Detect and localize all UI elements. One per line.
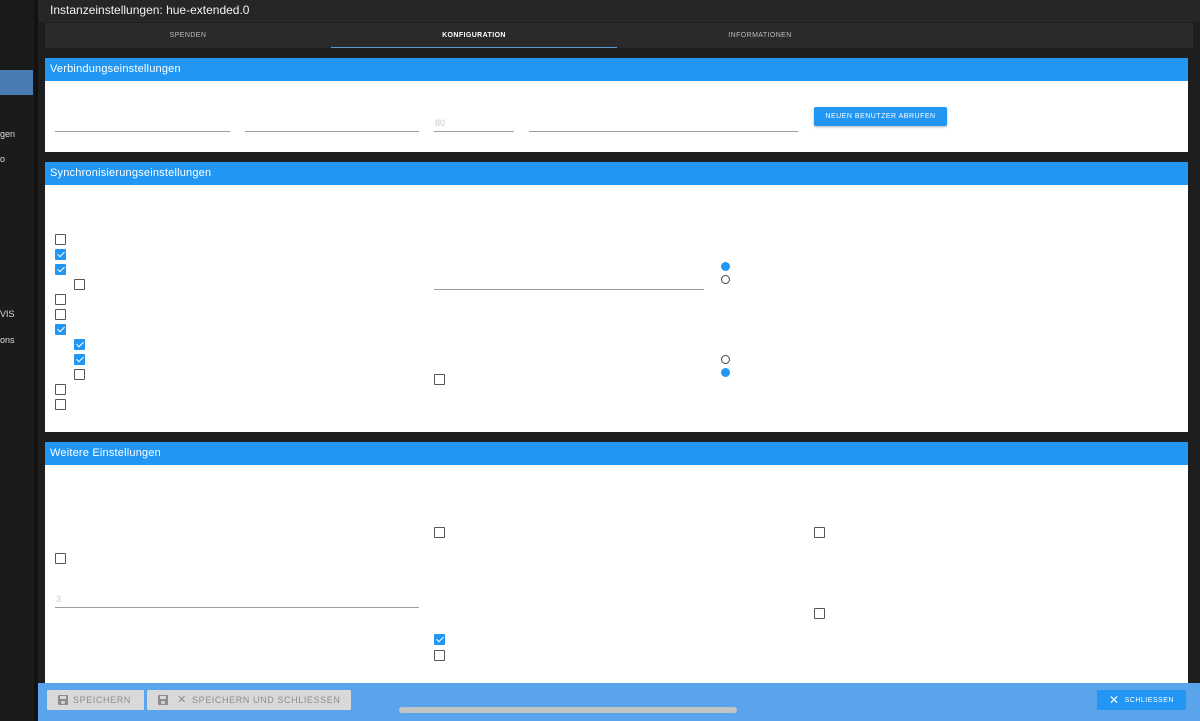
sync-mode-radio[interactable] xyxy=(721,275,730,284)
sync-checkbox[interactable] xyxy=(55,384,66,395)
further-checkbox[interactable] xyxy=(434,634,445,645)
sync-checkbox[interactable] xyxy=(55,399,66,410)
further-checkbox[interactable] xyxy=(814,527,825,538)
left-nav-item-fragment[interactable]: o xyxy=(0,154,5,164)
tab-bar: SPENDEN KONFIGURATION INFORMATIONEN xyxy=(45,23,1193,48)
save-button-label: SPEICHERN xyxy=(73,695,131,705)
port-field[interactable]: 80 xyxy=(434,118,514,132)
bridge-ip-field[interactable] xyxy=(55,118,230,132)
left-nav-active-item[interactable] xyxy=(0,70,33,95)
tab-spenden[interactable]: SPENDEN xyxy=(45,23,331,48)
horizontal-scrollbar[interactable] xyxy=(399,707,737,713)
close-icon: ✕ xyxy=(1109,693,1120,707)
further-checkbox[interactable] xyxy=(55,553,66,564)
save-icon xyxy=(58,695,68,705)
further-settings-panel: Weitere Einstellungen 3 xyxy=(45,442,1188,683)
save-button[interactable]: SPEICHERN xyxy=(47,690,144,710)
left-nav: gen o VIS ons xyxy=(0,0,34,721)
bottom-toolbar: SPEICHERN ✕ SPEICHERN UND SCHLIESSEN ✕ S… xyxy=(38,683,1200,721)
sync-option-radio[interactable] xyxy=(721,355,730,364)
save-and-close-button[interactable]: ✕ SPEICHERN UND SCHLIESSEN xyxy=(147,690,351,710)
further-settings-header: Weitere Einstellungen xyxy=(45,442,1188,465)
further-checkbox[interactable] xyxy=(434,527,445,538)
connection-settings-header: Verbindungseinstellungen xyxy=(45,58,1188,81)
further-checkbox[interactable] xyxy=(434,650,445,661)
dialog-title: Instanzeinstellungen: hue-extended.0 xyxy=(50,3,250,17)
save-icon xyxy=(158,695,168,705)
sync-checkbox[interactable] xyxy=(55,324,66,335)
sync-checkbox[interactable] xyxy=(55,264,66,275)
left-nav-item-fragment[interactable]: VIS xyxy=(0,309,15,319)
sync-sub-checkbox[interactable] xyxy=(74,354,85,365)
sync-interval-field[interactable] xyxy=(434,276,704,290)
sync-checkbox[interactable] xyxy=(55,309,66,320)
sync-sub-checkbox[interactable] xyxy=(74,279,85,290)
sync-checkbox[interactable] xyxy=(55,294,66,305)
bridge-user-field[interactable] xyxy=(245,118,419,132)
sync-sub-checkbox[interactable] xyxy=(74,369,85,380)
close-button[interactable]: ✕ SCHLIESSEN xyxy=(1097,690,1186,710)
sync-sub-checkbox[interactable] xyxy=(74,339,85,350)
left-nav-item-fragment[interactable]: ons xyxy=(0,335,15,345)
tab-informationen[interactable]: INFORMATIONEN xyxy=(617,23,903,48)
get-new-user-button[interactable]: NEUEN BENUTZER ABRUFEN xyxy=(814,107,947,126)
further-checkbox[interactable] xyxy=(814,608,825,619)
sync-option-radio[interactable] xyxy=(721,368,730,377)
instance-settings-dialog: Instanzeinstellungen: hue-extended.0 SPE… xyxy=(38,0,1200,721)
sync-checkbox[interactable] xyxy=(55,249,66,260)
close-icon: ✕ xyxy=(177,694,187,706)
left-nav-item-fragment[interactable]: gen xyxy=(0,129,15,139)
sync-checkbox[interactable] xyxy=(55,234,66,245)
sync-mode-radio[interactable] xyxy=(721,262,730,271)
tab-konfiguration[interactable]: KONFIGURATION xyxy=(331,23,617,48)
connection-settings-panel: Verbindungseinstellungen 80 NEUEN BENUTZ… xyxy=(45,58,1188,152)
dialog-titlebar: Instanzeinstellungen: hue-extended.0 xyxy=(38,0,1200,22)
bridge-token-field[interactable] xyxy=(529,118,798,132)
sync-settings-header: Synchronisierungseinstellungen xyxy=(45,162,1188,185)
save-and-close-label: SPEICHERN UND SCHLIESSEN xyxy=(192,695,341,705)
sync-settings-panel: Synchronisierungseinstellungen xyxy=(45,162,1188,432)
sync-option-checkbox[interactable] xyxy=(434,374,445,385)
further-number-field[interactable]: 3 xyxy=(55,594,419,608)
close-button-label: SCHLIESSEN xyxy=(1124,696,1174,704)
